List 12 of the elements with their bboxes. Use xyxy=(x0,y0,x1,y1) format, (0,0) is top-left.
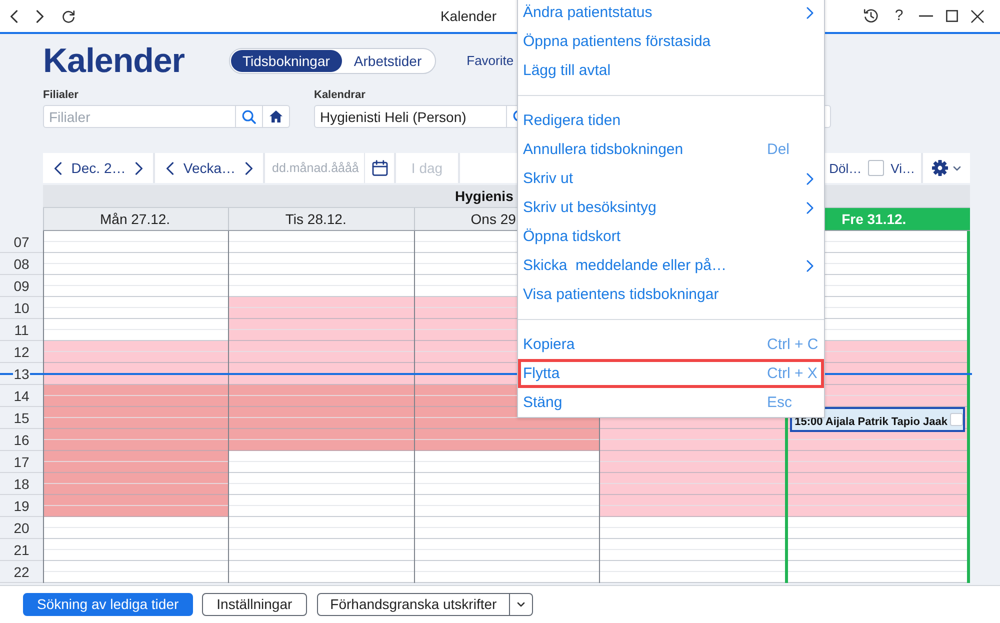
shortcut-text: Del xyxy=(767,141,790,158)
field-label: Filialer xyxy=(43,88,78,102)
shortcut-text: Ctrl + C xyxy=(767,336,818,353)
day-header: Mån 27.12. xyxy=(43,208,228,230)
shortcut-text: Ctrl + X xyxy=(767,365,818,382)
toolbar-label: Döl… xyxy=(829,160,862,176)
day-header: Tis 28.12. xyxy=(228,208,414,230)
checkbox-label: Vi… xyxy=(890,160,915,176)
window-title: Kalender xyxy=(440,7,497,25)
field-label: Kalendrar xyxy=(314,88,366,102)
resource-header: Hygienis xyxy=(455,188,514,204)
page-title: Kalender xyxy=(43,41,184,81)
